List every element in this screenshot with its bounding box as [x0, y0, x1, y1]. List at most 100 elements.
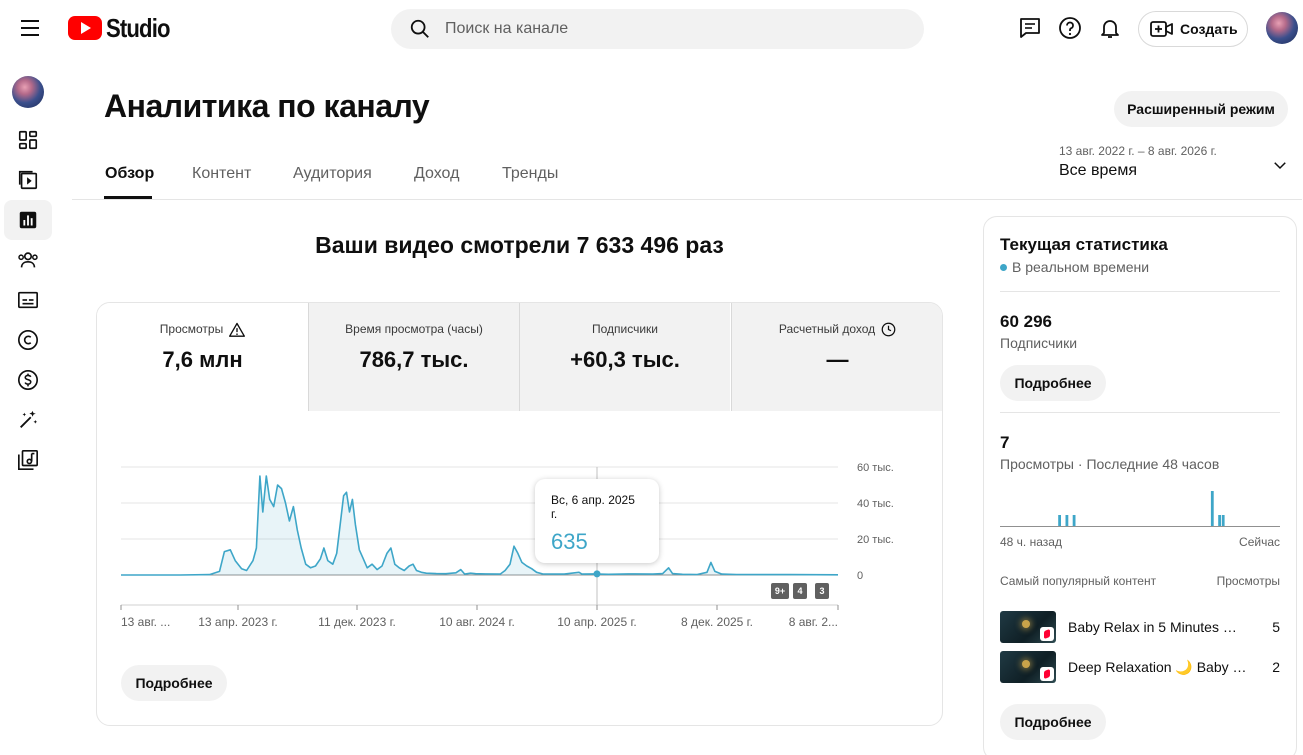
chart-badge[interactable]: 9+: [771, 583, 789, 599]
y-tick-label: 40 тыс.: [857, 498, 894, 510]
series-area: [121, 476, 838, 575]
chart-tooltip: Вс, 6 апр. 2025 г. 635: [535, 479, 659, 563]
views-column-label: Просмотры: [1216, 574, 1280, 588]
metric-views-label: Просмотры: [159, 322, 224, 336]
nav-subtitles[interactable]: [4, 280, 52, 320]
video-title: Baby Relax in 5 Minutes 🌙 …: [1068, 618, 1250, 635]
video-thumbnail: [1000, 651, 1056, 683]
copyright-icon: [18, 330, 38, 350]
y-tick-label: 20 тыс.: [857, 534, 894, 546]
search-input[interactable]: [445, 20, 885, 38]
tab-audience[interactable]: Аудитория: [293, 165, 372, 183]
community-icon: [18, 252, 38, 268]
tooltip-value: 635: [551, 529, 588, 554]
search-bar[interactable]: [391, 9, 924, 49]
top-content-label: Самый популярный контент: [1000, 574, 1157, 588]
x-tick-label: 8 дек. 2025 г.: [681, 615, 753, 629]
nav-customization[interactable]: [4, 400, 52, 440]
metric-revenue-label: Расчетный доход: [778, 322, 876, 336]
nav-community[interactable]: [4, 240, 52, 280]
realtime-bar: [1221, 515, 1225, 527]
realtime-title: Текущая статистика: [1000, 235, 1168, 254]
realtime-bar-chart[interactable]: [1000, 479, 1280, 527]
youtube-play-icon: [68, 16, 102, 40]
nav-earn[interactable]: [4, 360, 52, 400]
x-tick-label: 8 авг. 2...: [789, 615, 838, 629]
realtime-bar: [1072, 515, 1076, 527]
nav-audio-library[interactable]: [4, 440, 52, 480]
nav-analytics[interactable]: [4, 200, 52, 240]
nav-copyright[interactable]: [4, 320, 52, 360]
divider: [1000, 412, 1280, 413]
video-views: 5: [1272, 619, 1280, 635]
search-icon: [410, 19, 429, 38]
x-tick-label: 10 апр. 2025 г.: [557, 615, 636, 629]
realtime-views-label: Просмотры · Последние 48 часов: [1000, 456, 1220, 472]
realtime-card: Текущая статистика В реальном времени 60…: [983, 216, 1297, 755]
youtube-studio-logo[interactable]: Studio: [68, 13, 181, 43]
video-thumbnail: [1000, 611, 1056, 643]
realtime-more-button[interactable]: Подробнее: [1000, 704, 1106, 740]
subscribers-more-button[interactable]: Подробнее: [1000, 365, 1106, 401]
tab-trends[interactable]: Тренды: [502, 165, 558, 183]
dollar-icon: [18, 370, 38, 390]
bars-axis-right: Сейчас: [1239, 535, 1280, 549]
create-label: Создать: [1180, 21, 1238, 37]
chevron-down-icon: [1274, 162, 1286, 170]
y-tick-label: 0: [857, 570, 863, 582]
advanced-mode-button[interactable]: Расширенный режим: [1114, 91, 1288, 127]
y-tick-label: 60 тыс.: [857, 462, 894, 474]
nav-dashboard[interactable]: [4, 120, 52, 160]
realtime-subscribers-label: Подписчики: [1000, 335, 1078, 351]
date-range-label: Все время: [1059, 162, 1137, 179]
chart-badge[interactable]: 3: [815, 583, 829, 599]
create-button[interactable]: Создать: [1138, 11, 1248, 47]
shorts-icon: [1040, 667, 1054, 681]
create-video-icon: [1150, 21, 1173, 37]
top-content-item[interactable]: Deep Relaxation 🌙 Baby B… 2: [1000, 651, 1280, 683]
metric-watch-time-label: Время просмотра (часы): [345, 322, 483, 336]
metric-watch-time[interactable]: Время просмотра (часы) 786,7 тыс.: [308, 303, 519, 411]
tab-content[interactable]: Контент: [192, 165, 251, 183]
overview-headline: Ваши видео смотрели 7 633 496 раз: [315, 232, 724, 258]
overview-card: Просмотры 7,6 млн Время просмотра (часы)…: [96, 302, 943, 726]
video-title: Deep Relaxation 🌙 Baby B…: [1068, 658, 1250, 675]
feedback-icon[interactable]: [1018, 16, 1042, 40]
tab-overview[interactable]: Обзор: [105, 165, 154, 183]
top-content-item[interactable]: Baby Relax in 5 Minutes 🌙 … 5: [1000, 611, 1280, 643]
warning-icon[interactable]: [229, 322, 246, 337]
metric-subscribers-value: +60,3 тыс.: [570, 347, 680, 372]
content-icon: [18, 170, 38, 190]
realtime-bar: [1058, 515, 1061, 527]
x-tick-label: 13 авг. ...: [121, 615, 170, 629]
help-icon[interactable]: [1058, 16, 1082, 40]
shorts-icon: [1040, 627, 1054, 641]
metric-subscribers[interactable]: Подписчики +60,3 тыс.: [519, 303, 730, 411]
tooltip-date: Вс, 6 апр. 2025 г.: [551, 493, 635, 521]
date-range-dates: 13 авг. 2022 г. – 8 авг. 2026 г.: [1059, 144, 1217, 158]
account-avatar[interactable]: [1266, 12, 1298, 44]
realtime-bar: [1218, 515, 1221, 527]
tab-revenue[interactable]: Доход: [414, 165, 459, 183]
clock-icon[interactable]: [881, 322, 896, 337]
audio-library-icon: [18, 450, 38, 470]
analytics-icon: [19, 211, 37, 229]
subtitles-icon: [18, 291, 38, 309]
realtime-bar: [1065, 515, 1069, 527]
bars-axis-left: 48 ч. назад: [1000, 535, 1062, 549]
metric-subscribers-label: Подписчики: [591, 322, 658, 336]
metric-views[interactable]: Просмотры 7,6 млн: [97, 303, 308, 411]
realtime-live-label: В реальном времени: [1012, 259, 1150, 275]
overview-more-button[interactable]: Подробнее: [121, 665, 227, 701]
metric-revenue[interactable]: Расчетный доход —: [731, 303, 942, 411]
nav-content[interactable]: [4, 160, 52, 200]
x-tick-label: 11 дек. 2023 г.: [318, 615, 396, 629]
menu-icon[interactable]: [18, 18, 42, 38]
date-range-picker[interactable]: 13 авг. 2022 г. – 8 авг. 2026 г. Все вре…: [1059, 144, 1289, 180]
live-dot-icon: [1000, 263, 1007, 271]
hover-point: [593, 570, 601, 578]
chart-badge[interactable]: 4: [793, 583, 807, 599]
channel-avatar[interactable]: [12, 76, 44, 108]
notifications-bell-icon[interactable]: [1098, 16, 1122, 40]
realtime-views-value: 7: [1000, 433, 1010, 452]
